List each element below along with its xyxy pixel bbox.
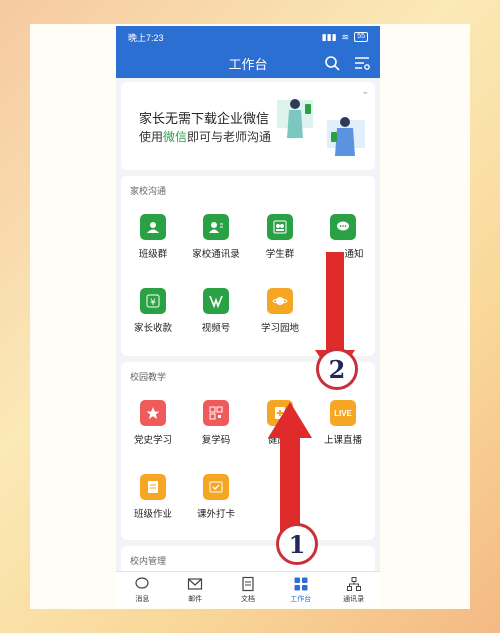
banner-subline: 使用微信即可与老师沟通: [139, 130, 272, 144]
search-icon[interactable]: [324, 55, 340, 76]
app-parent-payment[interactable]: ¥ 家长收款: [121, 288, 185, 334]
grid-icon: [294, 577, 308, 591]
section-title: 家校沟通: [130, 186, 167, 196]
bottom-tab-bar: 消息 邮件 文档 工作台 通讯录: [116, 571, 380, 607]
banner-headline: 家长无需下载企业微信: [139, 111, 270, 126]
group-icon: [140, 214, 166, 240]
status-indicators: ▮▮▮ ≋ 55: [322, 32, 368, 43]
section-title: 校内管理: [130, 556, 167, 566]
planet-icon: [267, 288, 293, 314]
tab-docs[interactable]: 文档: [222, 572, 275, 607]
app-party-history[interactable]: 党史学习: [121, 400, 185, 446]
app-class-homework[interactable]: 班级作业: [121, 474, 185, 520]
message-icon: [330, 214, 356, 240]
app-live-class[interactable]: LIVE 上课直播: [311, 400, 375, 446]
page-title: 工作台: [228, 56, 268, 72]
app-class-group[interactable]: 班级群: [121, 214, 185, 260]
tab-workbench[interactable]: 工作台: [274, 572, 327, 607]
step-2-badge: 2: [316, 348, 358, 390]
contacts-icon: [346, 577, 361, 591]
step-1-badge: 1: [276, 523, 318, 565]
promo-banner[interactable]: ⌄ 家长无需下载企业微信 使用微信即可与老师沟通: [121, 82, 375, 170]
tab-mail[interactable]: 邮件: [169, 572, 222, 607]
checkin-icon: [203, 474, 229, 500]
qr-code-icon: [203, 400, 229, 426]
yen-icon: ¥: [140, 288, 166, 314]
app-checkin[interactable]: 课外打卡: [184, 474, 248, 520]
battery-icon: 55: [354, 32, 368, 42]
chat-icon: [135, 577, 149, 589]
signal-icon: ▮▮▮: [321, 31, 337, 42]
status-bar: 晚上7:23 ▮▮▮ ≋ 55: [116, 26, 380, 48]
app-learning-garden[interactable]: 学习园地: [248, 288, 312, 334]
svg-text:¥: ¥: [150, 298, 156, 308]
tab-contacts[interactable]: 通讯录: [327, 572, 380, 607]
wifi-icon: ≋: [341, 31, 350, 42]
tab-messages[interactable]: 消息: [116, 572, 169, 607]
students-icon: [267, 214, 293, 240]
filter-menu-icon[interactable]: [354, 55, 370, 76]
status-time: 晚上7:23: [128, 32, 164, 43]
app-student-group[interactable]: 学生群: [248, 214, 312, 260]
mail-icon: [188, 578, 203, 590]
app-contacts[interactable]: 家校通讯录: [184, 214, 248, 260]
chat-illustration: [277, 99, 365, 156]
doc-icon: [242, 576, 254, 592]
app-return-code[interactable]: 复学码: [184, 400, 248, 446]
star-icon: [140, 400, 166, 426]
top-nav: 工作台: [116, 48, 380, 78]
app-channels[interactable]: 视频号: [184, 288, 248, 334]
homework-icon: [140, 474, 166, 500]
live-icon: LIVE: [330, 400, 356, 426]
section-title: 校园教学: [130, 372, 167, 382]
contacts-card-icon: [203, 214, 229, 240]
channels-icon: [203, 288, 229, 314]
